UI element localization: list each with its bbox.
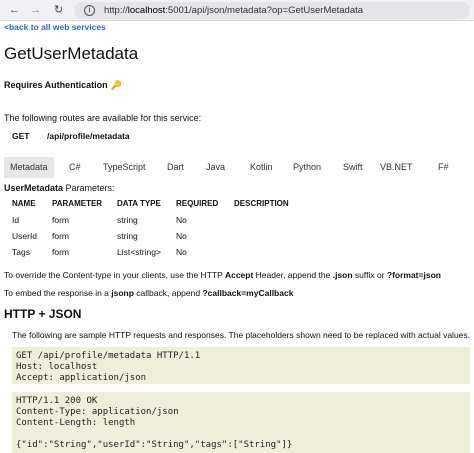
tab-python[interactable]: Python bbox=[287, 157, 327, 178]
cell-data-type: List<string> bbox=[117, 247, 161, 257]
sample-response: HTTP/1.1 200 OK Content-Type: applicatio… bbox=[12, 392, 470, 453]
url-text[interactable]: http://localhost:5001/api/json/metadata?… bbox=[104, 5, 363, 16]
note-accent: jsonp bbox=[111, 288, 134, 298]
params-title: UserMetadata Parameters: bbox=[4, 183, 115, 193]
url-rest: :5001/api/json/metadata?op=GetUserMetada… bbox=[165, 5, 364, 16]
params-suffix: Parameters: bbox=[63, 183, 115, 193]
column-header-required: REQUIRED bbox=[176, 199, 219, 208]
http-json-title: HTTP + JSON bbox=[4, 307, 82, 321]
cell-required: No bbox=[176, 215, 187, 225]
route-verb: GET bbox=[12, 131, 30, 141]
content-type-note: To override the Content-type in your cli… bbox=[4, 270, 441, 280]
tab-typescript[interactable]: TypeScript bbox=[97, 157, 152, 178]
note-accent: ?format=json bbox=[386, 270, 441, 280]
note-accent: ?callback=myCallback bbox=[202, 288, 294, 298]
cell-name: Id bbox=[12, 215, 20, 225]
tab-fsharp[interactable]: F# bbox=[432, 157, 455, 178]
note-text: suffix or bbox=[352, 270, 387, 280]
routes-intro: The following routes are available for t… bbox=[4, 113, 202, 123]
address-bar[interactable]: i http://localhost:5001/api/json/metadat… bbox=[74, 2, 470, 19]
tab-vbnet[interactable]: VB.NET bbox=[374, 157, 419, 178]
sample-request: GET /api/profile/metadata HTTP/1.1 Host:… bbox=[12, 347, 470, 384]
auth-label: Requires Authentication bbox=[4, 80, 108, 90]
cell-name: UserId bbox=[12, 231, 38, 241]
column-header-description: DESCRIPTION bbox=[234, 199, 289, 208]
forward-arrow-icon[interactable]: → bbox=[30, 3, 41, 17]
back-arrow-icon[interactable]: ← bbox=[9, 3, 20, 17]
tab-kotlin[interactable]: Kotlin bbox=[244, 157, 279, 178]
info-icon[interactable]: i bbox=[84, 5, 95, 16]
cell-required: No bbox=[176, 247, 187, 257]
cell-data-type: string bbox=[117, 231, 138, 241]
jsonp-note: To embed the response in a jsonp callbac… bbox=[4, 288, 293, 298]
column-header-data-type: DATA TYPE bbox=[117, 199, 161, 208]
column-header-parameter: PARAMETER bbox=[52, 199, 103, 208]
cell-required: No bbox=[176, 231, 187, 241]
cell-parameter: form bbox=[52, 247, 69, 257]
browser-toolbar: ← → ↻ i http://localhost:5001/api/json/m… bbox=[0, 0, 474, 21]
note-text: Header, append the bbox=[253, 270, 333, 280]
tab-metadata[interactable]: Metadata bbox=[4, 157, 54, 178]
tab-swift[interactable]: Swift bbox=[337, 157, 369, 178]
http-json-intro: The following are sample HTTP requests a… bbox=[12, 330, 471, 340]
cell-parameter: form bbox=[52, 215, 69, 225]
route-path: /api/profile/metadata bbox=[47, 131, 130, 141]
key-icon: 🔑 bbox=[110, 80, 122, 90]
url-prefix: http:// bbox=[104, 5, 128, 16]
reload-icon[interactable]: ↻ bbox=[54, 3, 63, 17]
column-header-name: NAME bbox=[12, 199, 36, 208]
cell-name: Tags bbox=[12, 247, 30, 257]
url-host: localhost bbox=[127, 5, 166, 16]
tab-csharp[interactable]: C# bbox=[63, 157, 87, 178]
note-text: callback, append bbox=[133, 288, 203, 298]
page-title: GetUserMetadata bbox=[4, 44, 139, 63]
cell-data-type: string bbox=[117, 215, 138, 225]
note-text: To embed the response in a bbox=[4, 288, 112, 298]
params-type-name: UserMetadata bbox=[4, 183, 64, 193]
tab-dart[interactable]: Dart bbox=[161, 157, 190, 178]
cell-parameter: form bbox=[52, 231, 69, 241]
note-text: To override the Content-type in your cli… bbox=[4, 270, 225, 280]
tab-java[interactable]: Java bbox=[200, 157, 231, 178]
auth-requirement: Requires Authentication 🔑 bbox=[4, 80, 122, 91]
note-accent: .json bbox=[332, 270, 353, 280]
note-accent: Accept bbox=[224, 270, 254, 280]
back-to-services-link[interactable]: <back to all web services bbox=[4, 22, 106, 32]
